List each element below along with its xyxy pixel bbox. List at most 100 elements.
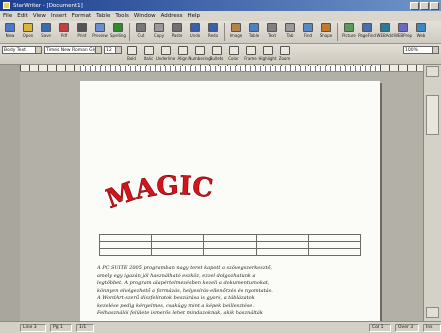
numbering-button[interactable]: Numbering [188,46,211,61]
text-button[interactable]: Text [264,23,280,38]
italic-button[interactable]: Italic [141,46,156,61]
close-button[interactable] [430,1,439,10]
menu-insert[interactable]: Insert [51,13,67,19]
status-field: Ins [423,323,441,332]
text-line: Felhasználói felülete ismerős lehet mind… [97,310,263,316]
web-button[interactable]: Web [413,23,429,38]
webadd-button[interactable]: WEBAdd [377,23,394,38]
scroll-up-button[interactable] [426,66,439,77]
scroll-thumb[interactable] [426,95,439,135]
new-button[interactable]: New [2,23,18,38]
menu-window[interactable]: Window [134,13,156,19]
table-cell[interactable] [307,234,362,242]
zoom-select[interactable]: 100% [403,46,439,54]
underline-button[interactable]: Underline [156,46,175,61]
tab-button[interactable]: Tab [282,23,298,38]
table-cell[interactable] [307,248,362,256]
table-button[interactable]: Table [246,23,262,38]
body-text[interactable]: A PC SUITE 2005 programban nagy teret ka… [97,265,367,318]
undo-button[interactable]: Undo [187,23,203,38]
cut-button[interactable]: Cut [133,23,149,38]
save-icon [41,23,51,32]
status-field: 1/1 [76,323,94,332]
image-button[interactable]: Image [228,23,244,38]
picture-button[interactable]: Picture [341,23,357,38]
pagefind-button[interactable]: PageFind [358,23,376,38]
table-cell[interactable] [203,248,257,256]
wordart-graphic[interactable]: MAGIC [105,161,265,221]
frame-icon [245,46,256,55]
scroll-down-button[interactable] [426,307,439,318]
minimize-button[interactable] [410,1,419,10]
menu-tools[interactable]: Tools [115,13,129,19]
shape-icon [321,23,331,32]
cut-icon [136,23,146,32]
zoom-button[interactable]: Zoom [277,46,292,61]
format-button-label: Numbering [188,56,211,61]
menu-help[interactable]: Help [188,13,201,19]
table-cell[interactable] [151,234,205,242]
style-select[interactable]: Body Text [2,46,42,54]
table-cell[interactable] [98,241,153,249]
toolbar-button-label: Undo [189,33,201,38]
table-cell[interactable] [203,241,257,249]
document-table[interactable] [98,234,362,256]
toolbar-button-label: Paste [171,33,183,38]
menu-file[interactable]: File [3,13,12,19]
paste-icon [172,23,182,32]
format-button-label: Bold [127,56,136,61]
webprep-button[interactable]: WEBPrep [393,23,413,38]
save-button[interactable]: Save [38,23,54,38]
standard-toolbar: New Open Save Pdf Print Preview Spelling Cut Cop… [0,21,441,44]
menu-address[interactable]: Address [161,13,183,19]
menu-view[interactable]: View [33,13,46,19]
table-cell[interactable] [203,234,257,242]
paste-button[interactable]: Paste [169,23,185,38]
table-cell[interactable] [151,248,205,256]
menu-edit[interactable]: Edit [17,13,28,19]
format-button-label: Align [177,56,188,61]
preview-button[interactable]: Preview [92,23,108,38]
menu-format[interactable]: Format [72,13,91,19]
font-select[interactable]: Times New Roman Gly [44,46,102,54]
format-button-label: Bullets [209,56,224,61]
size-select[interactable]: 12 [104,46,122,54]
document-page[interactable]: MAGIC A PC SUITE 2005 programban nagy te… [80,81,380,321]
text-line: kezelése pedig kényelmes, csakúgy mint a… [97,302,254,309]
vertical-scrollbar[interactable] [423,65,441,321]
table-cell[interactable] [98,234,153,242]
color-button[interactable]: Color [226,46,241,61]
maximize-button[interactable] [420,1,429,10]
redo-button[interactable]: Redo [205,23,221,38]
horizontal-ruler[interactable] [20,65,441,72]
highlight-button[interactable]: Highlight [258,46,277,61]
toolbar-separator [224,23,225,41]
copy-button[interactable]: Copy [151,23,167,38]
table-cell[interactable] [151,241,205,249]
bullets-button[interactable]: Bullets [209,46,224,61]
text-line: legtöbbet. A program alapértelmezésben k… [97,280,270,286]
menu-table[interactable]: Table [96,13,110,19]
shape-button[interactable]: Shape [318,23,334,38]
spelling-button[interactable]: Spelling [110,23,126,38]
table-cell[interactable] [255,234,309,242]
chevron-down-icon [115,47,121,53]
left-margin-bar [0,65,20,321]
status-field: Pg 1 [50,323,72,332]
open-button[interactable]: Open [20,23,36,38]
open-icon [23,23,33,32]
document-workspace[interactable]: MAGIC A PC SUITE 2005 programban nagy te… [20,72,423,321]
bold-button[interactable]: Bold [124,46,139,61]
frame-button[interactable]: Frame [243,46,258,61]
toolbar-button-label: Text [267,33,277,38]
pdf-button[interactable]: Pdf [56,23,72,38]
chevron-down-icon [432,47,438,53]
table-cell[interactable] [255,241,309,249]
toolbar-button-label: WEBPrep [393,33,413,38]
print-button[interactable]: Print [74,23,90,38]
table-cell[interactable] [255,248,309,256]
table-cell[interactable] [98,248,153,256]
find-button[interactable]: Find [300,23,316,38]
status-field: Over 3 [395,323,419,332]
table-cell[interactable] [307,241,362,249]
